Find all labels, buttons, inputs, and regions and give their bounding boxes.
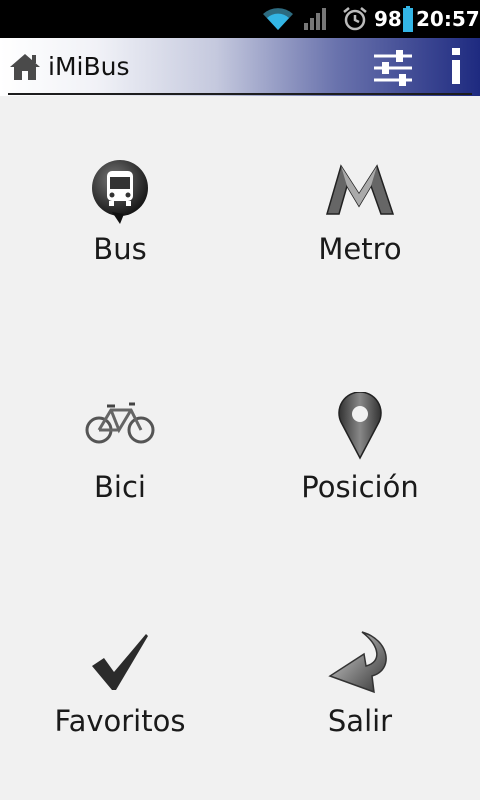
wifi-icon [262,0,294,38]
battery-icon [403,0,413,38]
bicycle-icon [85,402,155,450]
app-bar-divider [8,93,472,95]
menu-item-bici[interactable]: Bici [0,390,240,510]
menu-label-posicion: Posición [301,470,419,504]
app-bar: iMiBus [0,38,480,96]
location-pin-icon [337,391,383,464]
menu-label-salir: Salir [327,704,393,738]
status-bar: 98 20:57 [0,0,480,38]
menu-item-salir[interactable]: Salir [240,628,480,748]
menu-label-favoritos: Favoritos [54,704,186,738]
menu-item-metro[interactable]: Metro [240,150,480,280]
menu-item-bus[interactable]: Bus [0,150,240,280]
info-icon[interactable] [448,46,464,90]
checkmark-icon [90,632,150,696]
back-arrow-icon [328,630,392,700]
signal-icon [303,0,329,38]
menu-label-metro: Metro [318,232,402,266]
menu-label-bici: Bici [94,470,146,504]
alarm-icon [342,0,368,38]
battery-percent: 98 [374,7,402,31]
metro-icon [325,162,395,220]
menu-item-favoritos[interactable]: Favoritos [0,628,240,748]
home-icon[interactable] [9,52,41,86]
sliders-icon[interactable] [372,48,414,92]
menu-label-bus: Bus [93,232,147,266]
app-title: iMiBus [48,52,130,81]
clock: 20:57 [416,7,480,31]
bus-icon [90,158,150,228]
menu-item-posicion[interactable]: Posición [240,390,480,510]
